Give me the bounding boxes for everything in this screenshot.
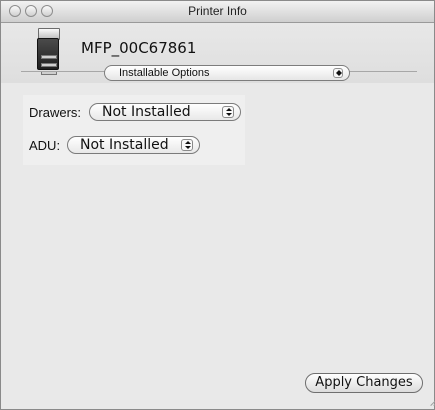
select-arrows-icon xyxy=(222,106,234,118)
drawers-label: Drawers: xyxy=(29,105,82,120)
section-popup[interactable]: Installable Options xyxy=(104,65,350,81)
printer-icon xyxy=(37,28,60,75)
apply-changes-label: Apply Changes xyxy=(315,375,413,390)
drawers-select-value: Not Installed xyxy=(102,104,191,120)
arrow-up-icon xyxy=(185,141,191,144)
adu-select-value: Not Installed xyxy=(80,137,169,153)
apply-changes-button[interactable]: Apply Changes xyxy=(305,373,423,393)
title-bar: Printer Info xyxy=(1,1,434,23)
adu-label: ADU: xyxy=(29,138,61,153)
arrow-down-icon xyxy=(336,73,342,76)
printer-body-icon xyxy=(37,38,59,75)
printer-name: MFP_00C67861 xyxy=(81,39,197,57)
arrow-up-icon xyxy=(226,108,232,111)
section-popup-label: Installable Options xyxy=(119,67,210,79)
printer-tray-icon xyxy=(41,55,57,59)
resize-grip-icon[interactable] xyxy=(421,396,431,406)
printer-tray-icon xyxy=(41,63,57,67)
arrow-down-icon xyxy=(185,146,191,149)
window-title: Printer Info xyxy=(188,4,247,18)
select-arrows-icon xyxy=(181,139,193,151)
arrow-down-icon xyxy=(226,113,232,116)
popup-arrows-icon xyxy=(333,68,343,78)
printer-info-window: Printer Info MFP_00C67861 Installable Op… xyxy=(0,0,435,410)
drawers-select[interactable]: Not Installed xyxy=(89,103,241,121)
adu-select[interactable]: Not Installed xyxy=(67,136,200,154)
